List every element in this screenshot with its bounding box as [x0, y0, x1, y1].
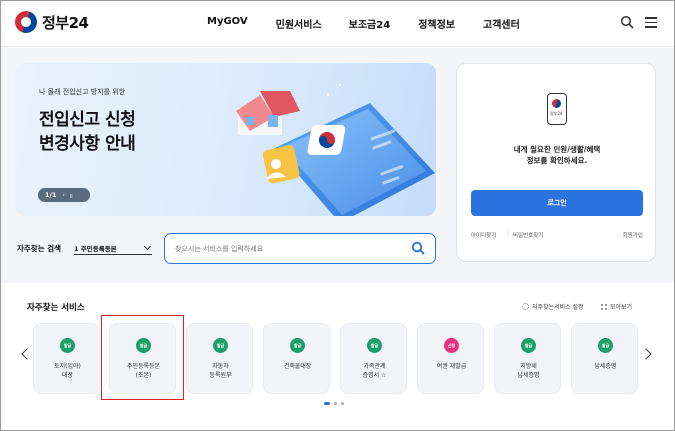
service-card-passport-reissue[interactable]: 신청 여권 재발급	[417, 323, 484, 394]
hamburger-menu-icon[interactable]	[645, 17, 657, 28]
taegeuk-logo-icon	[15, 11, 37, 33]
service-label-line1: 자동차	[212, 363, 229, 370]
service-card-family-certificate[interactable]: 발급 가족관계 증명서 ☆	[340, 323, 407, 394]
find-id-link[interactable]: 아이디찾기	[471, 231, 496, 239]
service-label: 토지(임야) 대장	[34, 362, 101, 380]
taegeuk-mini-icon	[552, 99, 561, 108]
find-password-link[interactable]: 비밀번호찾기	[513, 231, 543, 239]
service-label-line1: 여권 재발급	[436, 363, 467, 370]
service-label: 지방세 납세증명	[495, 362, 562, 380]
service-label: 건축물대장	[264, 362, 331, 371]
service-label: 여권 재발급	[418, 362, 485, 371]
grid-icon	[601, 304, 607, 310]
search-submit-icon[interactable]	[411, 241, 425, 255]
banner-pager: 1/1 ‹ ॥	[38, 188, 90, 202]
service-label-line1: 건축물대장	[283, 363, 312, 370]
banner-title-line1: 전입신고 신청	[39, 110, 136, 130]
main-nav: MyGOV 민원서비스 보조금24 정책정보 고객센터	[207, 16, 548, 31]
nav-mygov[interactable]: MyGOV	[207, 16, 248, 31]
issue-badge: 발급	[598, 338, 613, 353]
gear-icon	[522, 303, 529, 310]
nav-policy-info[interactable]: 정책정보	[418, 16, 455, 31]
issue-badge: 발급	[521, 338, 536, 353]
service-card-land-register[interactable]: 발급 토지(임야) 대장	[33, 323, 100, 394]
login-message: 내게 필요한 민원/생활/혜택 정보를 확인하세요.	[457, 144, 657, 166]
service-label: 납세증명	[572, 362, 639, 371]
service-card-local-tax-certificate[interactable]: 발급 지방세 납세증명	[494, 323, 561, 394]
service-label: 가족관계 증명서 ☆	[341, 362, 408, 380]
search-icon[interactable]	[620, 15, 634, 29]
mobile-app-icon: 정부24	[547, 93, 567, 125]
app-label: 정부24	[550, 111, 563, 116]
site-header: 정부24 MyGOV 민원서비스 보조금24 정책정보 고객센터	[1, 1, 674, 47]
promo-banner[interactable]: 나 몰래 전입신고 방지를 위한 전입신고 신청 변경사항 안내 1/1 ‹ ॥	[15, 63, 436, 216]
service-label-line2: 증명서 ☆	[362, 372, 387, 379]
quick-search-label: 자주찾는 검색	[17, 244, 62, 253]
services-settings-label: 자주찾는서비스 설정	[532, 304, 584, 311]
service-label-line2: 납세증명	[517, 372, 540, 379]
login-message-line2: 정보를 확인하세요.	[526, 156, 588, 165]
login-button[interactable]: 로그인	[471, 190, 643, 216]
prev-icon[interactable]: ‹	[62, 191, 65, 199]
login-card: 정부24 내게 필요한 민원/생활/혜택 정보를 확인하세요. 로그인 아이디찾…	[456, 63, 656, 262]
banner-title-line2: 변경사항 안내	[39, 134, 136, 154]
services-settings-link[interactable]: 자주찾는서비스 설정	[522, 302, 584, 311]
link-separator: |	[507, 231, 509, 237]
selection-highlight-box	[101, 315, 184, 400]
pause-icon[interactable]: ॥	[69, 191, 73, 200]
site-logo[interactable]: 정부24	[15, 11, 89, 33]
banner-subtitle: 나 몰래 전입신고 방지를 위한	[39, 88, 126, 96]
login-message-line1: 내게 필요한 민원/생활/혜택	[513, 145, 601, 154]
quick-search-selected: 1 주민등록등본	[74, 245, 117, 253]
service-label: 자동차 등록원부	[187, 362, 254, 380]
service-label-line1: 가족관계	[363, 363, 386, 370]
phone-house-illustration	[236, 84, 435, 216]
service-card-vehicle-register[interactable]: 발급 자동차 등록원부	[186, 323, 253, 394]
issue-badge: 발급	[290, 338, 305, 353]
nav-civil-services[interactable]: 민원서비스	[276, 16, 322, 31]
nav-customer-center[interactable]: 고객센터	[483, 16, 520, 31]
services-more-link[interactable]: 모아보기	[601, 302, 632, 311]
logo-text: 정부24	[42, 13, 89, 32]
service-label-line1: 토지(임야)	[54, 363, 81, 370]
quick-search-select[interactable]: 1 주민등록등본	[74, 240, 152, 255]
service-label-line1: 지방세	[520, 363, 537, 370]
frequent-services-title: 자주찾는 서비스	[27, 303, 85, 313]
chevron-down-icon	[143, 242, 152, 251]
carousel-dots	[324, 402, 348, 405]
service-label-line2: 대장	[61, 372, 74, 379]
service-label-line2: 등록원부	[209, 372, 232, 379]
service-card-tax-certificate[interactable]: 발급 납세증명	[571, 323, 638, 394]
issue-badge: 발급	[60, 338, 75, 353]
pager-count: 1/1	[45, 191, 57, 199]
issue-badge: 발급	[367, 338, 382, 353]
issue-badge: 발급	[213, 338, 228, 353]
carousel-dot[interactable]	[334, 402, 337, 405]
nav-subsidy24[interactable]: 보조금24	[349, 16, 391, 31]
services-more-label: 모아보기	[610, 304, 633, 311]
carousel-dot-active[interactable]	[324, 402, 330, 405]
signup-link[interactable]: 회원가입	[623, 231, 643, 239]
carousel-dot[interactable]	[341, 402, 344, 405]
service-label-line1: 납세증명	[594, 363, 617, 370]
apply-badge: 신청	[444, 338, 459, 353]
search-input[interactable]	[175, 242, 395, 255]
service-card-building-register[interactable]: 발급 건축물대장	[263, 323, 330, 394]
service-search-box	[164, 233, 436, 264]
banner-title: 전입신고 신청 변경사항 안내	[39, 108, 136, 156]
